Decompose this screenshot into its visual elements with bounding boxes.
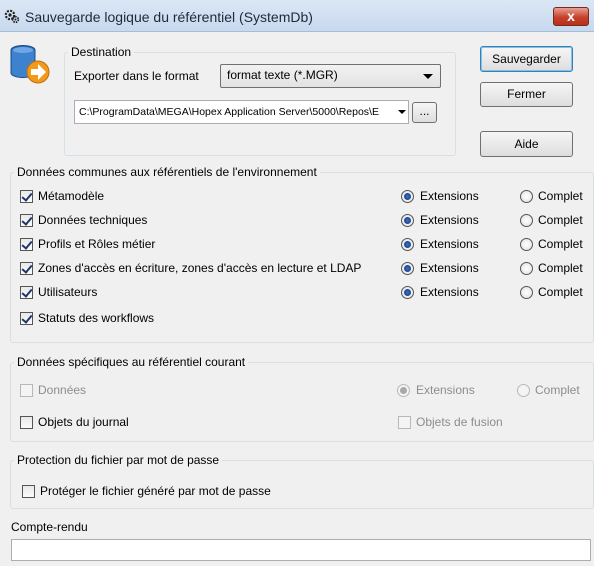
path-input[interactable]: C:\ProgramData\MEGA\Hopex Application Se…: [74, 100, 409, 124]
dialog-window: Sauvegarde logique du référentiel (Syste…: [0, 0, 594, 566]
format-select-value: format texte (*.MGR): [227, 68, 338, 82]
radio-metamodele-complet[interactable]: [520, 190, 533, 203]
checkbox-zones-acces[interactable]: [20, 262, 33, 275]
label-utilisateurs: Utilisateurs: [38, 285, 98, 299]
checkbox-utilisateurs[interactable]: [20, 286, 33, 299]
checkbox-metamodele[interactable]: [20, 190, 33, 203]
label-donnees-complet: Complet: [535, 383, 580, 397]
label-profils-roles-extensions: Extensions: [420, 237, 479, 251]
checkbox-objets-journal[interactable]: [20, 416, 33, 429]
chevron-down-icon: [423, 74, 433, 79]
label-protect-password: Protéger le fichier généré par mot de pa…: [40, 484, 271, 498]
radio-donnees-extensions[interactable]: [397, 384, 410, 397]
label-donnees: Données: [38, 383, 87, 397]
radio-utilisateurs-extensions[interactable]: [401, 286, 414, 299]
radio-profils-roles-extensions[interactable]: [401, 238, 414, 251]
label-statuts-workflows: Statuts des workflows: [38, 311, 155, 325]
checkbox-donnees[interactable]: [20, 384, 33, 397]
label-metamodele: Métamodèle: [38, 189, 105, 203]
radio-profils-roles-complet[interactable]: [520, 238, 533, 251]
label-donnees-techniques-extensions: Extensions: [420, 213, 479, 227]
common-data-legend: Données communes aux référentiels de l'e…: [17, 165, 317, 179]
label-zones-acces: Zones d'accès en écriture, zones d'accès…: [38, 261, 362, 275]
label-donnees-techniques-complet: Complet: [538, 213, 583, 227]
checkbox-objets-fusion[interactable]: [398, 416, 411, 429]
format-label: Exporter dans le format: [74, 69, 199, 83]
report-label: Compte-rendu: [11, 520, 88, 534]
label-objets-fusion: Objets de fusion: [416, 415, 503, 429]
label-utilisateurs-extensions: Extensions: [420, 285, 479, 299]
help-button[interactable]: Aide: [480, 131, 573, 157]
label-metamodele-extensions: Extensions: [420, 189, 479, 203]
radio-metamodele-extensions[interactable]: [401, 190, 414, 203]
radio-utilisateurs-complet[interactable]: [520, 286, 533, 299]
radio-donnees-techniques-complet[interactable]: [520, 214, 533, 227]
label-profils-roles: Profils et Rôles métier: [38, 237, 156, 251]
radio-zones-acces-extensions[interactable]: [401, 262, 414, 275]
save-button[interactable]: Sauvegarder: [480, 46, 573, 72]
checkbox-protect-password[interactable]: [22, 485, 35, 498]
label-utilisateurs-complet: Complet: [538, 285, 583, 299]
title-bar: Sauvegarde logique du référentiel (Syste…: [0, 0, 594, 32]
database-export-icon: [10, 45, 50, 84]
close-button[interactable]: Fermer: [480, 82, 573, 107]
window-close-button[interactable]: x: [553, 7, 589, 26]
label-metamodele-complet: Complet: [538, 189, 583, 203]
radio-donnees-complet[interactable]: [517, 384, 530, 397]
protection-legend: Protection du fichier par mot de passe: [17, 453, 220, 467]
checkbox-donnees-techniques[interactable]: [20, 214, 33, 227]
path-value: C:\ProgramData\MEGA\Hopex Application Se…: [79, 106, 379, 118]
specific-data-legend: Données spécifiques au référentiel coura…: [17, 355, 246, 369]
gears-icon: [4, 9, 20, 24]
label-profils-roles-complet: Complet: [538, 237, 583, 251]
label-donnees-techniques: Données techniques: [38, 213, 148, 227]
label-objets-journal: Objets du journal: [38, 415, 129, 429]
radio-zones-acces-complet[interactable]: [520, 262, 533, 275]
window-title: Sauvegarde logique du référentiel (Syste…: [25, 9, 313, 25]
report-field[interactable]: [11, 539, 591, 561]
format-select[interactable]: format texte (*.MGR): [220, 64, 441, 88]
label-zones-acces-extensions: Extensions: [420, 261, 479, 275]
browse-button[interactable]: ...: [412, 102, 437, 123]
path-dropdown-icon[interactable]: [398, 110, 406, 114]
destination-legend: Destination: [71, 45, 132, 59]
checkbox-profils-roles[interactable]: [20, 238, 33, 251]
radio-donnees-techniques-extensions[interactable]: [401, 214, 414, 227]
label-donnees-extensions: Extensions: [416, 383, 475, 397]
checkbox-statuts-workflows[interactable]: [20, 312, 33, 325]
protection-group: Protection du fichier par mot de passe: [10, 453, 594, 509]
label-zones-acces-complet: Complet: [538, 261, 583, 275]
